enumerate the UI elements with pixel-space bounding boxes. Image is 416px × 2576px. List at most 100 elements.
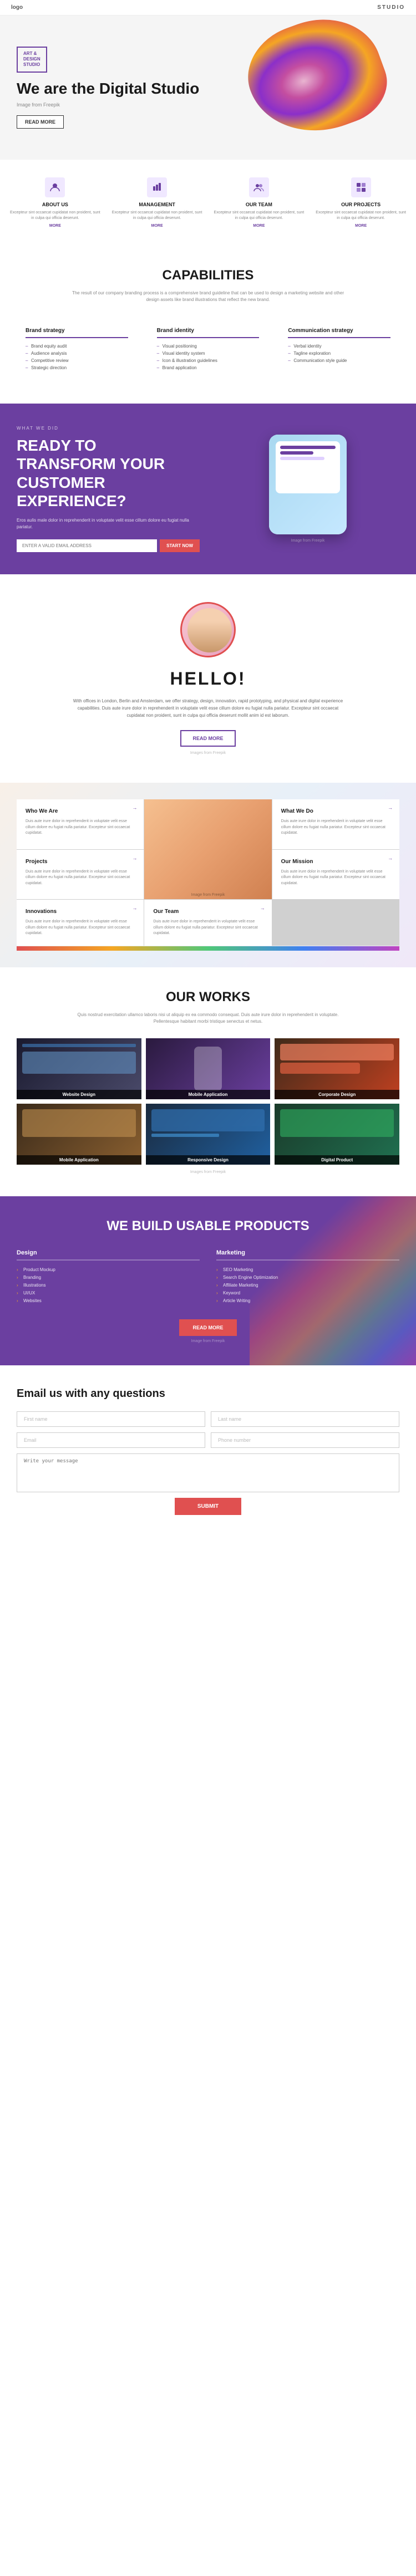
transform-text: Eros aulis male dolor in reprehenderit i…: [17, 517, 200, 530]
phone-bar-3: [280, 457, 324, 460]
work-item-3[interactable]: Corporate Design: [275, 1038, 399, 1099]
cap-item: Competitive review: [26, 358, 128, 363]
info-card-team: → Our Team Duis aute irure dolor in repr…: [144, 900, 271, 946]
header: logo STUDIO: [0, 0, 416, 16]
cap-list-communication: Verbal identity Tagline exploration Comm…: [288, 344, 390, 363]
phone-screen: [269, 435, 347, 534]
info-grid-inner: → Who We Are Duis aute irure dolor in re…: [17, 799, 399, 946]
stat-card-projects: OUR PROJECTS Excepteur sint occaecat cup…: [311, 171, 410, 234]
work-label-2: Mobile Application: [146, 1090, 271, 1099]
cap-card-communication: Communication strategy Verbal identity T…: [279, 319, 399, 381]
hero-logo-box: ART & DESIGN STUDIO: [17, 47, 47, 73]
transform-label: WHAT WE DID: [17, 426, 200, 431]
transform-start-button[interactable]: START NOW: [160, 539, 200, 552]
stat-more-mgmt[interactable]: MORE: [112, 224, 202, 228]
phone-bar-1: [280, 446, 336, 449]
info-card-arrow-innovations: →: [132, 905, 137, 911]
email-first-name-input[interactable]: [17, 1411, 205, 1427]
info-card-text-innovations: Duis aute irure dolor in reprehenderit i…: [26, 919, 135, 937]
transform-section: WHAT WE DID READY TO TRANSFORM YOUR CUST…: [0, 404, 416, 574]
projects-icon: [351, 177, 371, 197]
studio-label: STUDIO: [377, 4, 405, 11]
work-item-4[interactable]: Mobile Application: [17, 1104, 141, 1165]
stat-text-about: Excepteur sint occaecat cupidatat non pr…: [10, 210, 100, 221]
cap-card-brand-strategy: Brand strategy Brand equity audit Audien…: [17, 319, 137, 381]
info-card-title-who: Who We Are: [26, 808, 135, 814]
info-card-text-mission: Duis aute irure dolor in reprehenderit i…: [281, 869, 390, 887]
logo: logo: [11, 4, 23, 11]
stat-more-about[interactable]: MORE: [10, 224, 100, 228]
work-item-2[interactable]: Mobile Application: [146, 1038, 271, 1099]
work-item-6[interactable]: Digital Product: [275, 1104, 399, 1165]
cap-item: Brand application: [157, 365, 260, 370]
info-card-text-who: Duis aute irure dolor in reprehenderit i…: [26, 819, 135, 836]
phone-bar-2: [280, 451, 313, 455]
logo-line3: STUDIO: [23, 62, 40, 68]
cap-card-brand-identity: Brand identity Visual positioning Visual…: [148, 319, 268, 381]
info-card-title-projects: Projects: [26, 859, 135, 865]
stats-row: ABOUT US Excepteur sint occaecat cupidat…: [0, 160, 416, 246]
work-item-5[interactable]: Responsive Design: [146, 1104, 271, 1165]
email-section: Email us with any questions SUBMIT: [0, 1365, 416, 1537]
build-list-marketing: SEO Marketing Search Engine Optimization…: [216, 1267, 399, 1303]
hero-read-more-button[interactable]: READ MORE: [17, 115, 64, 129]
transform-right: Image from Freepik: [216, 435, 399, 543]
email-email-input[interactable]: [17, 1432, 205, 1448]
transform-email-input[interactable]: [17, 539, 157, 552]
logo-line1: ART &: [23, 51, 40, 57]
build-read-more-button[interactable]: READ MORE: [179, 1319, 236, 1336]
phone-mockup: [269, 435, 347, 534]
info-card-innovations: → Innovations Duis aute irure dolor in r…: [17, 900, 144, 946]
work-label-1: Website Design: [17, 1090, 141, 1099]
build-item: Branding: [17, 1275, 200, 1280]
info-card-arrow-who: →: [132, 805, 137, 810]
email-message-textarea[interactable]: [17, 1453, 399, 1492]
work-label-5: Responsive Design: [146, 1155, 271, 1165]
works-grid: Website Design Mobile Application Corpor…: [17, 1038, 399, 1165]
email-phone-input[interactable]: [211, 1432, 399, 1448]
stat-title-mgmt: MANAGEMENT: [112, 202, 202, 207]
transform-title: READY TO TRANSFORM YOUR CUSTOMER EXPERIE…: [17, 436, 200, 511]
hello-avatar: [180, 602, 236, 657]
transform-img-credit: Image from Freepik: [216, 539, 399, 543]
stat-more-projects[interactable]: MORE: [316, 224, 406, 228]
info-card-title-mission: Our Mission: [281, 859, 390, 865]
cap-item: Verbal identity: [288, 344, 390, 349]
cap-item: Brand equity audit: [26, 344, 128, 349]
work-item-1[interactable]: Website Design: [17, 1038, 141, 1099]
build-col-title-design: Design: [17, 1249, 200, 1261]
email-name-row: [17, 1411, 399, 1427]
stat-title-projects: OUR PROJECTS: [316, 202, 406, 207]
info-card-text-what: Duis aute irure dolor in reprehenderit i…: [281, 819, 390, 836]
email-submit-button[interactable]: SUBMIT: [175, 1498, 241, 1515]
build-item: Affiliate Marketing: [216, 1283, 399, 1288]
build-col-title-marketing: Marketing: [216, 1249, 399, 1261]
build-col-marketing: Marketing SEO Marketing Search Engine Op…: [216, 1249, 399, 1306]
about-icon: [45, 177, 65, 197]
team-icon: [249, 177, 269, 197]
build-item: UI/UX: [17, 1290, 200, 1295]
build-item: SEO Marketing: [216, 1267, 399, 1272]
info-card-who: → Who We Are Duis aute irure dolor in re…: [17, 799, 144, 849]
transform-form: START NOW: [17, 539, 200, 552]
stat-card-team: OUR TEAM Excepteur sint occaecat cupidat…: [210, 171, 309, 234]
work-label-4: Mobile Application: [17, 1155, 141, 1165]
info-center-image: Image from Freepik: [144, 799, 271, 899]
stat-more-team[interactable]: MORE: [214, 224, 305, 228]
email-last-name-input[interactable]: [211, 1411, 399, 1427]
stat-card-management: MANAGEMENT Excepteur sint occaecat cupid…: [108, 171, 207, 234]
info-card-mission: → Our Mission Duis aute irure dolor in r…: [272, 850, 399, 900]
info-card-title-what: What We Do: [281, 808, 390, 814]
info-card-arrow-what: →: [388, 805, 393, 810]
cap-list-brand-strategy: Brand equity audit Audience analysis Com…: [26, 344, 128, 370]
phone-inner-card: [276, 441, 340, 493]
info-card-arrow-team: →: [260, 905, 265, 911]
hello-read-more-button[interactable]: READ MORE: [180, 730, 235, 747]
email-form: SUBMIT: [17, 1411, 399, 1515]
hello-text: With offices in London, Berlin and Amste…: [69, 698, 347, 719]
capabilities-section: CAPABILITIES The result of our company b…: [0, 246, 416, 404]
cap-list-brand-identity: Visual positioning Visual identity syste…: [157, 344, 260, 370]
build-list-design: Product Mockup Branding Illustrations UI…: [17, 1267, 200, 1303]
stat-title-team: OUR TEAM: [214, 202, 305, 207]
info-card-projects: → Projects Duis aute irure dolor in repr…: [17, 850, 144, 900]
